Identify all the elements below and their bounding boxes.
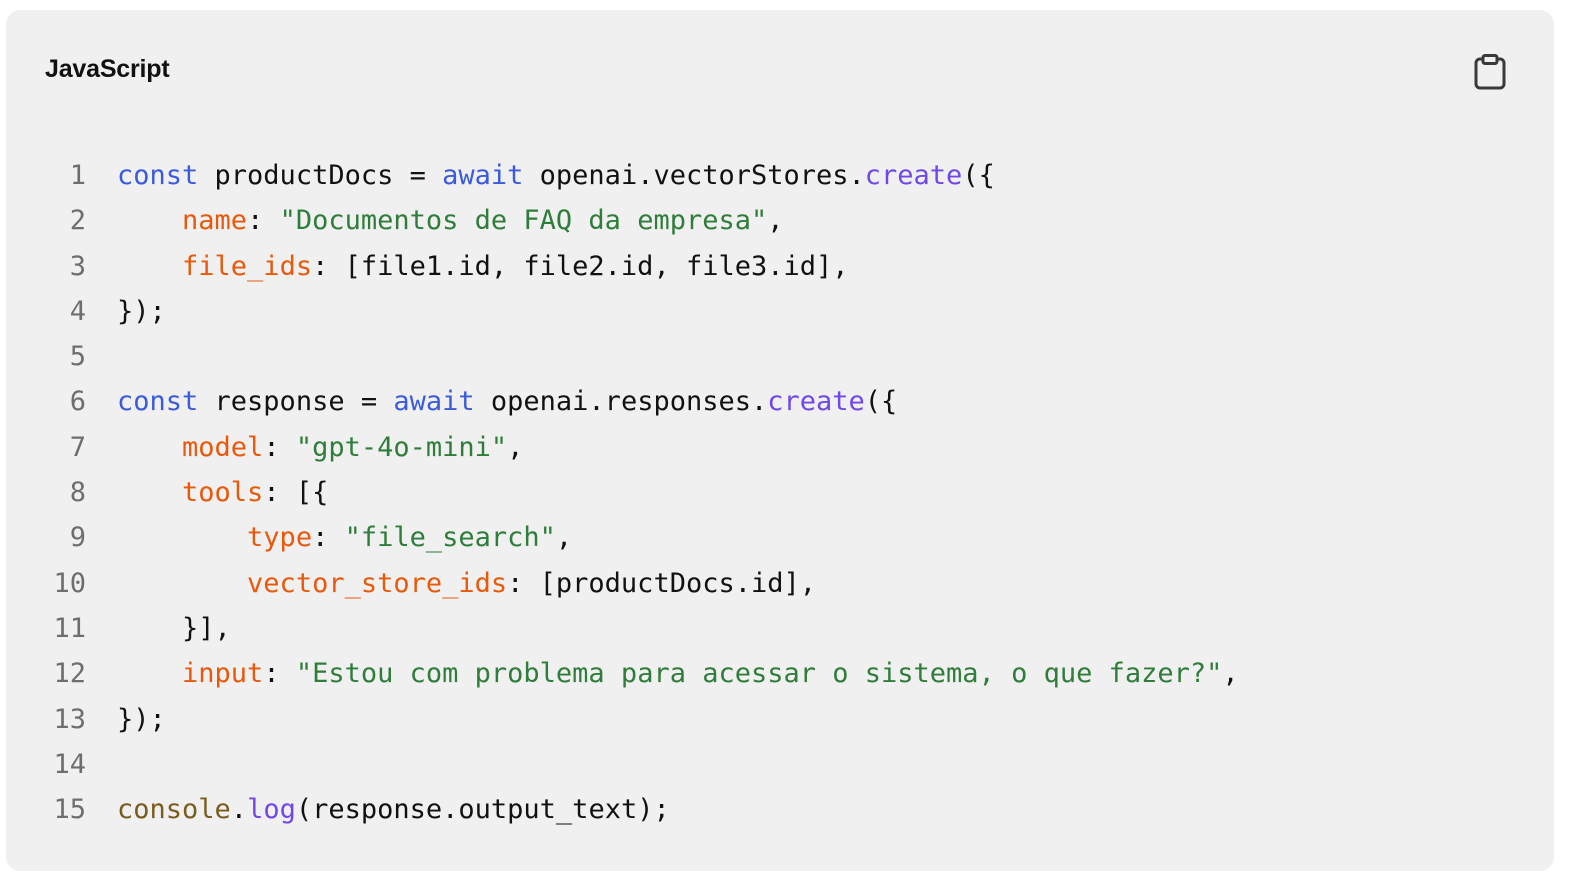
line-number: 5 bbox=[69, 341, 86, 373]
code-token: name bbox=[182, 205, 248, 237]
code-token: , bbox=[767, 205, 784, 237]
code-token: file_ids bbox=[182, 250, 313, 282]
code-token: await bbox=[442, 160, 524, 191]
line-number: 1 bbox=[69, 160, 86, 191]
code-token: "file_search" bbox=[344, 522, 556, 554]
code-token: : bbox=[263, 431, 296, 463]
line-source: }); bbox=[117, 296, 166, 327]
line-number: 8 bbox=[69, 477, 86, 509]
code-token: productDocs = bbox=[198, 160, 443, 191]
code-token: }); bbox=[117, 295, 166, 327]
code-token: model bbox=[182, 431, 264, 463]
code-token: , bbox=[1222, 658, 1239, 690]
code-token: response = bbox=[198, 386, 394, 418]
copy-code-button[interactable] bbox=[1470, 52, 1510, 92]
line-number: 13 bbox=[53, 703, 86, 735]
code-token: const bbox=[117, 160, 199, 191]
line-source: type: "file_search", bbox=[117, 522, 572, 553]
code-token: : bbox=[263, 658, 296, 690]
code-token: , bbox=[555, 522, 573, 554]
line-number: 12 bbox=[53, 658, 86, 690]
line-source: name: "Documentos de FAQ da empresa", bbox=[117, 205, 784, 237]
line-number: 15 bbox=[53, 794, 86, 826]
code-token: "Estou com problema para acessar o siste… bbox=[295, 658, 1223, 690]
code-token: "Documentos de FAQ da empresa" bbox=[279, 205, 768, 237]
line-number: 4 bbox=[69, 295, 86, 327]
code-token: input bbox=[182, 658, 264, 690]
code-token: openai.vectorStores. bbox=[523, 160, 865, 191]
code-language-label: JavaScript bbox=[45, 55, 170, 83]
code-token: : bbox=[312, 522, 345, 554]
line-number: 2 bbox=[69, 205, 86, 237]
line-source: vector_store_ids: [productDocs.id], bbox=[117, 568, 816, 599]
line-number: 9 bbox=[69, 522, 86, 554]
code-token: , bbox=[507, 431, 524, 463]
code-token: vector_store_ids bbox=[247, 567, 508, 599]
code-token: (response.output_text); bbox=[295, 794, 670, 826]
code-token: create bbox=[767, 386, 865, 418]
line-source: const productDocs = await openai.vectorS… bbox=[117, 160, 995, 191]
line-source: file_ids: [file1.id, file2.id, file3.id]… bbox=[117, 250, 849, 282]
code-token: ({ bbox=[962, 160, 995, 191]
code-token: . bbox=[230, 794, 248, 826]
code-token: console bbox=[117, 794, 231, 826]
code-token: : [{ bbox=[263, 477, 329, 509]
code-token: }); bbox=[117, 703, 166, 735]
line-source: console.log(response.output_text); bbox=[117, 794, 670, 825]
line-source: const response = await openai.responses.… bbox=[117, 386, 897, 417]
code-token: create bbox=[864, 160, 963, 191]
code-token: type bbox=[247, 522, 313, 554]
code-token: : [file1.id, file2.id, file3.id], bbox=[312, 250, 849, 282]
code-token: }], bbox=[117, 612, 231, 644]
code-token: openai.responses. bbox=[474, 386, 768, 418]
code-token: "gpt-4o-mini" bbox=[295, 431, 508, 463]
line-source: tools: [{ bbox=[117, 477, 328, 508]
code-token: const bbox=[117, 386, 199, 418]
line-source: input: "Estou com problema para acessar … bbox=[117, 658, 1239, 689]
line-source: }], bbox=[117, 613, 231, 644]
code-token: ({ bbox=[864, 386, 898, 418]
code-token: tools bbox=[182, 477, 264, 509]
line-number: 14 bbox=[53, 748, 86, 780]
line-source: model: "gpt-4o-mini", bbox=[117, 432, 523, 463]
line-number: 10 bbox=[53, 567, 86, 599]
line-source: }); bbox=[117, 704, 166, 735]
line-number: 6 bbox=[69, 386, 86, 418]
code-token: : [productDocs.id], bbox=[507, 567, 816, 599]
code-block: JavaScript 1 const productDocs = await op… bbox=[6, 10, 1554, 871]
code-token: : bbox=[247, 205, 280, 237]
code-token: log bbox=[247, 794, 296, 826]
line-number: 7 bbox=[69, 431, 86, 463]
clipboard-icon bbox=[1474, 54, 1506, 90]
line-number: 3 bbox=[69, 250, 86, 282]
code-token: await bbox=[393, 386, 475, 418]
line-number: 11 bbox=[53, 612, 86, 644]
